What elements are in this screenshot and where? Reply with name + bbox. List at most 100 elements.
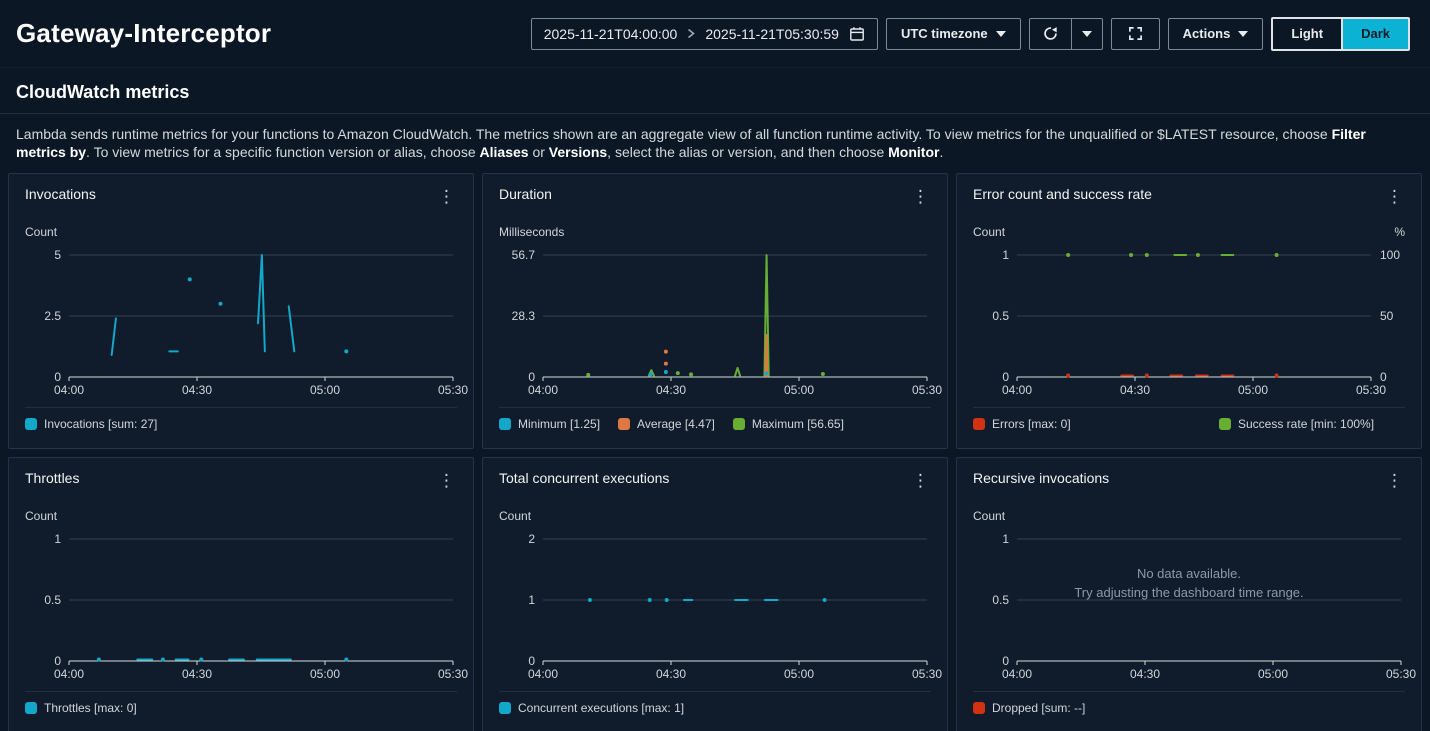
legend-item[interactable]: Errors [max: 0] [973,417,1219,431]
svg-text:05:00: 05:00 [310,667,340,681]
date-end-value[interactable]: 2025-11-21T05:30:59 [705,26,839,42]
chart-plot[interactable]: 11000.5500004:0004:3005:0005:30 [973,241,1407,399]
chart-card-invocations: Invocations ⋮ Count 52.5004:0004:3005:00… [8,173,474,449]
header-controls: 2025-11-21T04:00:00 2025-11-21T05:30:59 … [531,17,1410,51]
legend-swatch-icon [499,702,511,714]
chart-card-error-success-rate: Error count and success rate ⋮ Count % 1… [956,173,1422,449]
chart-legend: Errors [max: 0] Success rate [min: 100%] [973,407,1405,431]
svg-text:0: 0 [528,654,535,668]
svg-text:1: 1 [1002,248,1009,262]
kebab-menu-icon[interactable]: ⋮ [430,186,463,207]
kebab-menu-icon[interactable]: ⋮ [904,470,937,491]
y-axis-unit-left: Count [25,509,57,523]
svg-text:0: 0 [1002,654,1009,668]
fullscreen-button[interactable] [1111,18,1160,50]
legend-item[interactable]: Invocations [sum: 27] [25,417,157,431]
legend-swatch-icon [733,418,745,430]
chart-title: Recursive invocations [973,470,1109,486]
refresh-icon [1043,26,1058,41]
refresh-options-button[interactable] [1072,18,1103,50]
legend-item[interactable]: Average [4.47] [618,417,715,431]
svg-text:05:30: 05:30 [438,383,468,397]
actions-label: Actions [1183,26,1231,41]
svg-text:05:00: 05:00 [784,667,814,681]
svg-text:50: 50 [1380,309,1394,323]
timezone-dropdown[interactable]: UTC timezone [886,18,1021,50]
svg-text:05:30: 05:30 [1356,383,1386,397]
section-description: Lambda sends runtime metrics for your fu… [0,114,1422,173]
legend-label: Throttles [max: 0] [44,701,137,715]
chart-card-concurrent-executions: Total concurrent executions ⋮ Count 2100… [482,457,948,731]
y-axis-unit-left: Count [25,225,57,239]
svg-text:05:00: 05:00 [1258,667,1288,681]
svg-text:05:00: 05:00 [784,383,814,397]
legend-item[interactable]: Minimum [1.25] [499,417,600,431]
svg-text:04:30: 04:30 [656,383,686,397]
legend-swatch-icon [973,702,985,714]
chart-plot[interactable]: 10.5004:0004:3005:0005:30 [25,525,459,683]
svg-text:100: 100 [1380,248,1400,262]
legend-swatch-icon [618,418,630,430]
chart-plot[interactable]: 52.5004:0004:3005:0005:30 [25,241,459,399]
svg-text:0.5: 0.5 [44,593,61,607]
legend-label: Average [4.47] [637,417,715,431]
legend-label: Maximum [56.65] [752,417,844,431]
legend-swatch-icon [25,702,37,714]
svg-text:5: 5 [54,248,61,262]
legend-item[interactable]: Success rate [min: 100%] [1219,417,1405,431]
svg-text:04:00: 04:00 [54,383,84,397]
chevron-down-icon [1238,31,1248,37]
chart-title: Error count and success rate [973,186,1152,202]
app-title: Gateway-Interceptor [16,18,271,49]
svg-text:0: 0 [54,654,61,668]
legend-label: Concurrent executions [max: 1] [518,701,684,715]
chart-legend: Minimum [1.25] Average [4.47] Maximum [56.… [499,407,931,431]
chevron-down-icon [1082,31,1092,37]
chevron-down-icon [996,31,1006,37]
theme-dark-button[interactable]: Dark [1343,19,1408,49]
kebab-menu-icon[interactable]: ⋮ [904,186,937,207]
chart-title: Invocations [25,186,96,202]
legend-item[interactable]: Concurrent executions [max: 1] [499,701,684,715]
kebab-menu-icon[interactable]: ⋮ [1378,186,1411,207]
chart-card-recursive-invocations: Recursive invocations ⋮ Count 10.5004:00… [956,457,1422,731]
legend-label: Minimum [1.25] [518,417,600,431]
kebab-menu-icon[interactable]: ⋮ [1378,470,1411,491]
y-axis-unit-left: Count [973,509,1005,523]
svg-text:1: 1 [54,532,61,546]
calendar-icon[interactable] [849,26,865,42]
chart-title: Throttles [25,470,79,486]
chart-legend: Invocations [sum: 27] [25,407,457,431]
svg-text:05:00: 05:00 [1238,383,1268,397]
legend-item[interactable]: Dropped [sum: --] [973,701,1085,715]
chart-plot[interactable]: 10.5004:0004:3005:0005:30 [973,525,1407,683]
y-axis-unit-right: % [1394,225,1405,239]
chart-title: Duration [499,186,552,202]
svg-text:05:30: 05:30 [912,383,942,397]
chart-title: Total concurrent executions [499,470,669,486]
svg-text:0: 0 [54,370,61,384]
legend-label: Invocations [sum: 27] [44,417,157,431]
chart-plot[interactable]: 56.728.3004:0004:3005:0005:30 [499,241,933,399]
date-range-picker[interactable]: 2025-11-21T04:00:00 2025-11-21T05:30:59 [531,18,878,50]
svg-text:0.5: 0.5 [992,309,1009,323]
date-start-value[interactable]: 2025-11-21T04:00:00 [544,26,678,42]
timezone-label: UTC timezone [901,26,988,41]
svg-text:2: 2 [528,532,535,546]
svg-text:28.3: 28.3 [512,309,536,323]
legend-item[interactable]: Throttles [max: 0] [25,701,137,715]
svg-text:1: 1 [1002,532,1009,546]
chart-plot[interactable]: 21004:0004:3005:0005:30 [499,525,933,683]
actions-dropdown[interactable]: Actions [1168,18,1264,50]
kebab-menu-icon[interactable]: ⋮ [430,470,463,491]
svg-text:1: 1 [528,593,535,607]
svg-text:0: 0 [1002,370,1009,384]
legend-label: Success rate [min: 100%] [1238,417,1374,431]
chart-card-throttles: Throttles ⋮ Count 10.5004:0004:3005:0005… [8,457,474,731]
legend-item[interactable]: Maximum [56.65] [733,417,844,431]
theme-light-button[interactable]: Light [1273,19,1341,49]
svg-text:04:30: 04:30 [1120,383,1150,397]
refresh-button[interactable] [1029,18,1072,50]
svg-text:04:30: 04:30 [656,667,686,681]
legend-label: Errors [max: 0] [992,417,1071,431]
